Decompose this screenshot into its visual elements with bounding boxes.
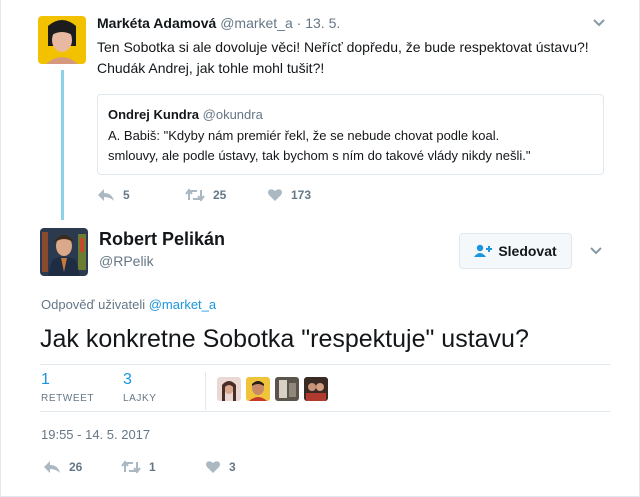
follow-label: Sledovat [498, 243, 557, 259]
reply-context: Odpověď uživateli @market_a [41, 297, 216, 312]
like-count: 3 [229, 460, 236, 474]
reply-to-link[interactable]: @market_a [149, 297, 216, 312]
reply-button[interactable]: 26 [43, 460, 121, 474]
separator: · [296, 15, 302, 31]
stats-divider [205, 372, 206, 410]
reply-icon [98, 189, 114, 201]
retweet-stat-count: 1 [41, 371, 50, 388]
quoted-tweet[interactable]: Ondrej Kundra @okundra A. Babiš: "Kdyby … [97, 94, 604, 175]
retweet-icon [185, 188, 205, 202]
retweet-count: 25 [213, 188, 227, 202]
author-handle[interactable]: @market_a [220, 15, 293, 31]
liker-avatar[interactable] [246, 377, 270, 401]
reply-count: 5 [123, 188, 130, 202]
quoted-tweet-text: A. Babiš: "Kdyby nám premiér řekl, že se… [108, 126, 593, 166]
main-tweet-text: Jak konkretne Sobotka "respektuje" ustav… [40, 325, 529, 353]
reply-prefix: Odpověď uživateli [41, 297, 146, 312]
avatar[interactable] [38, 16, 86, 64]
heart-icon [206, 461, 220, 473]
follow-user-icon [474, 244, 493, 257]
thread-line [61, 70, 64, 220]
main-author-name[interactable]: Robert Pelikán [99, 229, 225, 250]
like-button[interactable]: 173 [267, 188, 311, 202]
tweet-timestamp[interactable]: 19:55 - 14. 5. 2017 [41, 427, 150, 442]
heart-icon [268, 189, 282, 201]
chevron-down-icon[interactable] [592, 18, 606, 28]
retweet-button[interactable]: 1 [121, 460, 205, 474]
retweet-stat-label: RETWEET [41, 393, 95, 404]
parent-tweet-actions: 5 25 173 [97, 188, 311, 202]
tweet-text-line: Ten Sobotka si ale dovoluje věci! Neřícť… [97, 39, 589, 55]
main-tweet-actions: 26 1 3 [43, 460, 236, 474]
quoted-author-name: Ondrej Kundra [108, 107, 200, 122]
divider [40, 411, 610, 412]
like-count: 173 [291, 188, 312, 202]
likes-stat[interactable]: 3 LAJKY [123, 371, 157, 404]
parent-tweet-header: Markéta Adamová @market_a · 13. 5. [97, 15, 340, 31]
reply-icon [44, 461, 60, 473]
quoted-text-line: smlouvy, ale podle ústavy, tak bychom s … [108, 148, 531, 163]
author-name[interactable]: Markéta Adamová [97, 15, 216, 31]
liker-avatar[interactable] [217, 377, 241, 401]
liker-avatar[interactable] [275, 377, 299, 401]
quoted-text-line: A. Babiš: "Kdyby nám premiér řekl, že se… [108, 128, 500, 143]
like-button[interactable]: 3 [205, 460, 236, 474]
reply-count: 26 [69, 460, 83, 474]
follow-button[interactable]: Sledovat [459, 233, 572, 269]
tweet-text-line: Chudák Andrej, jak tohle mohl tušit?! [97, 60, 325, 76]
tweet-date[interactable]: 13. 5. [305, 15, 340, 31]
avatar[interactable] [40, 228, 88, 276]
likes-stat-count: 3 [123, 371, 132, 388]
likes-stat-label: LAJKY [123, 393, 157, 404]
parent-tweet-text: Ten Sobotka si ale dovoluje věci! Neřícť… [97, 37, 617, 79]
quoted-tweet-header: Ondrej Kundra @okundra [108, 107, 593, 122]
retweet-button[interactable]: 25 [185, 188, 267, 202]
retweet-icon [121, 460, 141, 474]
liker-avatar[interactable] [304, 377, 328, 401]
likers-avatars [217, 377, 333, 401]
main-author-handle[interactable]: @RPelik [99, 253, 154, 269]
quoted-author-handle: @okundra [202, 107, 263, 122]
divider [40, 364, 610, 365]
retweet-stat[interactable]: 1 RETWEET [41, 371, 94, 404]
reply-button[interactable]: 5 [97, 188, 185, 202]
chevron-down-icon[interactable] [589, 246, 603, 256]
retweet-count: 1 [149, 460, 156, 474]
